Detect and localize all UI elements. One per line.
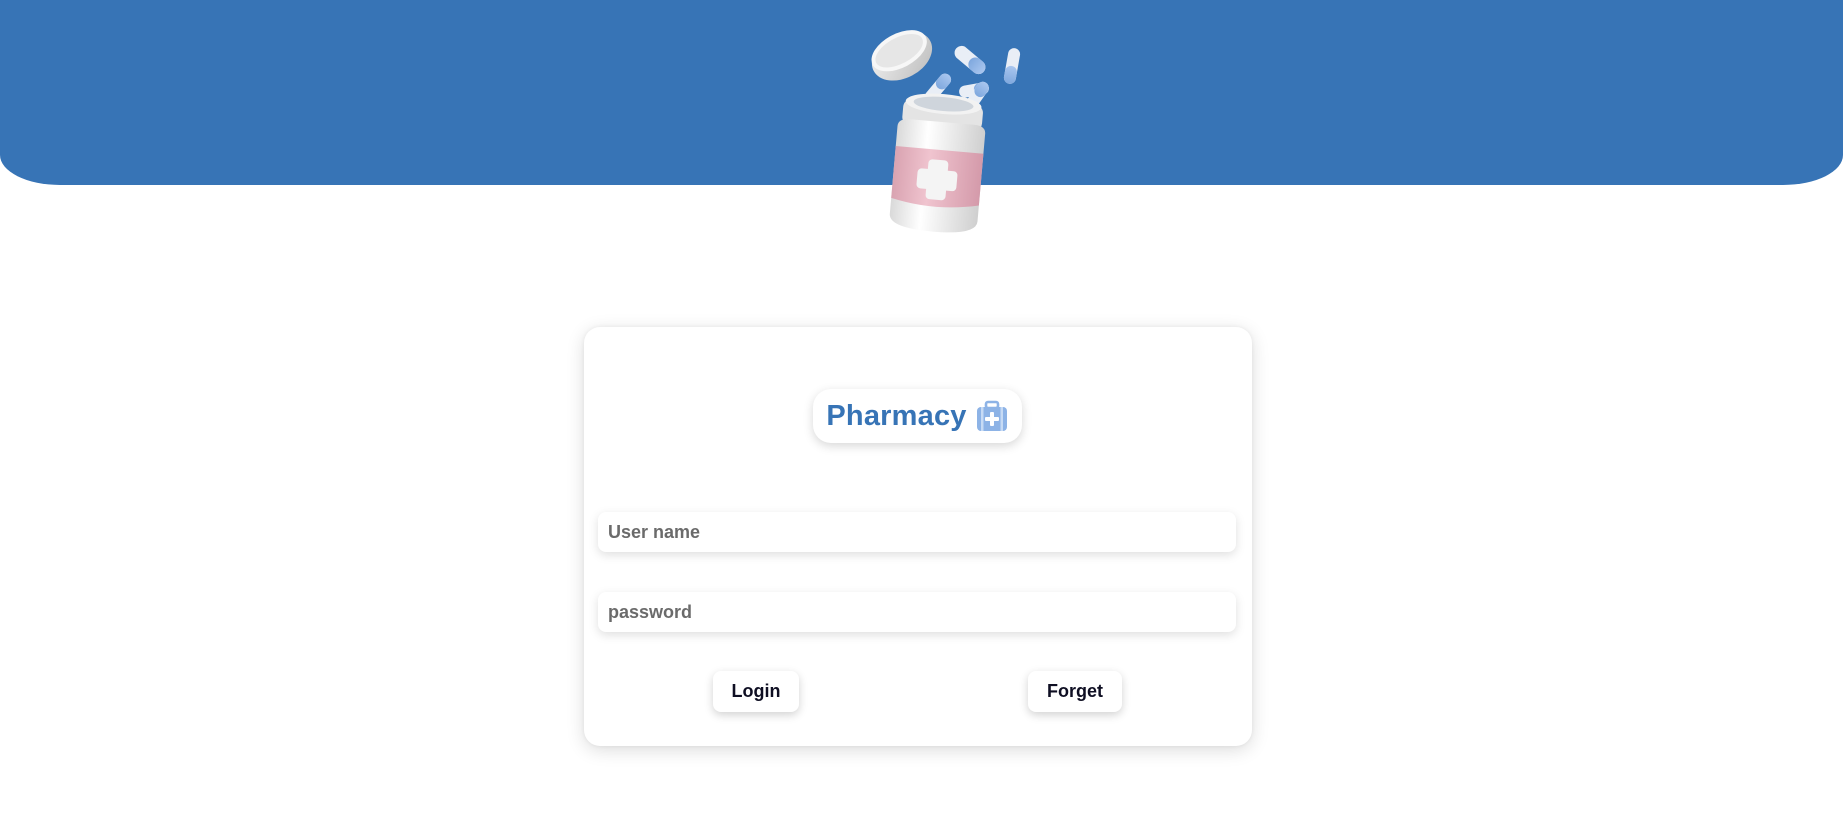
pill-bottle-icon bbox=[871, 30, 1021, 233]
brand-title: Pharmacy bbox=[826, 399, 967, 432]
login-page: Pharmacy Login Forget bbox=[0, 0, 1843, 829]
login-button[interactable]: Login bbox=[713, 671, 799, 712]
first-aid-kit-icon bbox=[976, 400, 1007, 431]
login-card: Pharmacy Login Forget bbox=[584, 327, 1252, 746]
password-input[interactable] bbox=[598, 592, 1236, 632]
brand-badge: Pharmacy bbox=[813, 389, 1022, 443]
username-input[interactable] bbox=[598, 512, 1236, 552]
forget-button[interactable]: Forget bbox=[1028, 671, 1122, 712]
pill-bottle-illustration bbox=[862, 18, 1032, 243]
